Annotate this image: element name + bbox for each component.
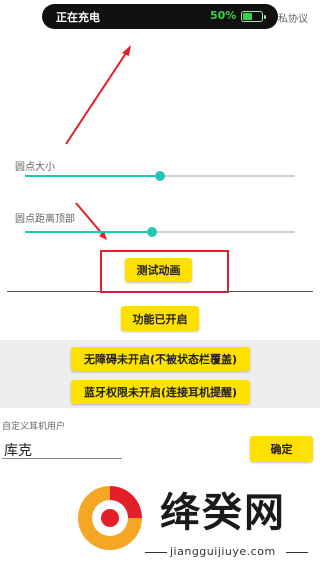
watermark-name: 绛癸网 bbox=[160, 490, 286, 536]
watermark-line-right bbox=[286, 552, 308, 553]
privacy-policy-link[interactable]: 私协议 bbox=[278, 10, 308, 25]
watermark-logo-icon bbox=[78, 486, 142, 550]
earphone-user-input[interactable]: 库克 bbox=[4, 440, 32, 460]
dot-size-label: 圆点大小 bbox=[15, 162, 55, 173]
watermark-line-left bbox=[145, 552, 167, 553]
dot-size-slider-thumb[interactable] bbox=[155, 171, 165, 181]
battery-percent: 50% bbox=[210, 9, 237, 22]
accessibility-button[interactable]: 无障碍未开启(不被状态栏覆盖) bbox=[71, 347, 250, 371]
feature-enabled-button[interactable]: 功能已开启 bbox=[121, 306, 199, 331]
bluetooth-permission-button[interactable]: 蓝牙权限未开启(连接耳机提醒) bbox=[71, 380, 250, 404]
battery-icon bbox=[241, 11, 266, 22]
watermark-url: jiangguijiuye.com bbox=[170, 545, 276, 558]
dot-top-distance-label: 圆点距离顶部 bbox=[15, 214, 75, 225]
charging-status-pill: 正在充电 50% bbox=[42, 4, 278, 29]
dot-top-distance-slider[interactable] bbox=[25, 231, 295, 233]
divider bbox=[7, 291, 313, 292]
charging-text: 正在充电 bbox=[56, 11, 100, 24]
annotation-arrow-up bbox=[65, 49, 129, 145]
annotation-arrowhead-up bbox=[122, 45, 131, 56]
test-animation-button[interactable]: 测试动画 bbox=[125, 258, 192, 282]
input-underline bbox=[2, 458, 122, 459]
dot-top-distance-slider-thumb[interactable] bbox=[146, 227, 157, 237]
earphone-user-label: 自定义耳机用户 bbox=[2, 422, 66, 432]
confirm-button[interactable]: 确定 bbox=[250, 436, 313, 462]
